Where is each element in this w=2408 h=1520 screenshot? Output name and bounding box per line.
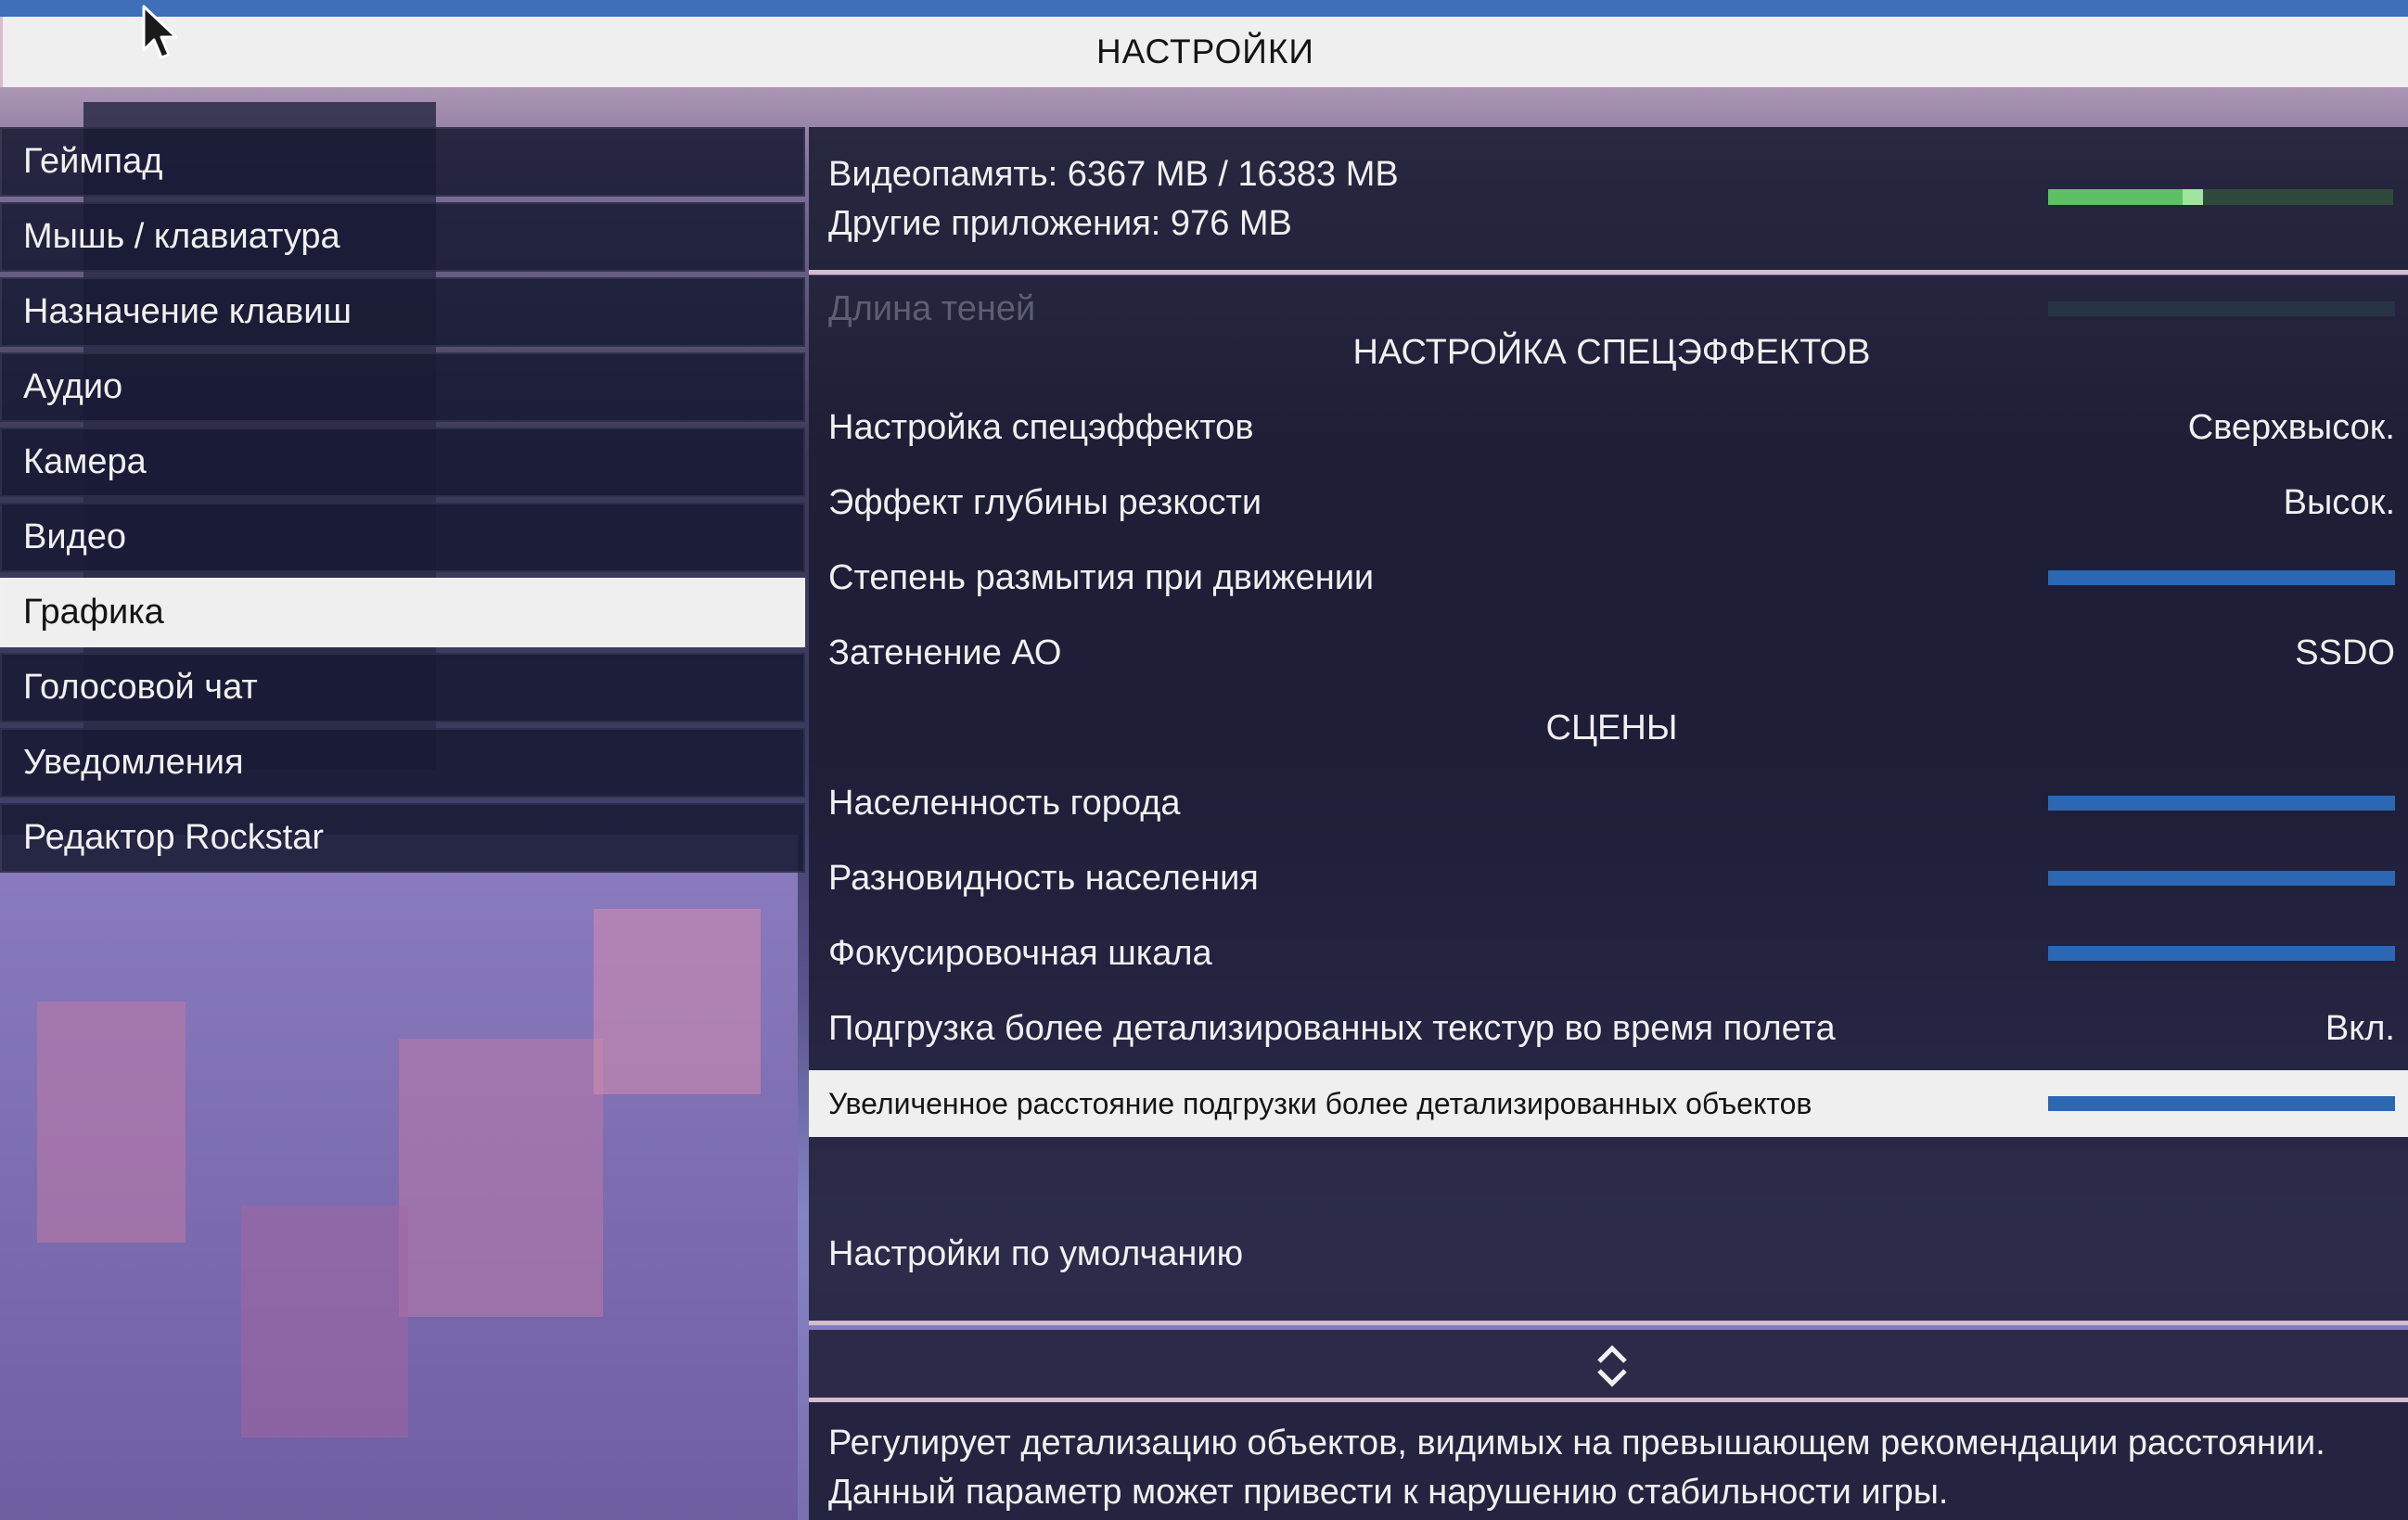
setting-population-density[interactable]: Населенность города <box>809 770 2408 837</box>
setting-label: Эффект глубины резкости <box>828 482 1262 522</box>
page-title: НАСТРОЙКИ <box>1095 32 1315 70</box>
setting-label: Увеличенное расстояние подгрузки более д… <box>828 1086 1812 1120</box>
setting-distance-scaling[interactable]: Фокусировочная шкала <box>809 920 2408 987</box>
button-label: Настройки по умолчанию <box>828 1233 1244 1273</box>
description-text: Регулирует детализацию объектов, видимых… <box>828 1424 2325 1512</box>
scroll-indicator[interactable] <box>809 1330 2408 1399</box>
menu-item-notifications[interactable]: Уведомления <box>0 728 805 798</box>
divider <box>809 1321 2408 1325</box>
setting-label: Затенение АО <box>828 632 1062 672</box>
setting-depth-of-field[interactable]: Эффект глубины резкости Высок. <box>809 469 2408 536</box>
setting-label: Настройка спецэффектов <box>828 407 1254 447</box>
setting-hd-flight[interactable]: Подгрузка более детализированных текстур… <box>809 995 2408 1062</box>
menu-item-voice-chat[interactable]: Голосовой чат <box>0 653 805 722</box>
vram-used-fill <box>2048 189 2183 205</box>
settings-list: Длина теней НАСТРОЙКА СПЕЦЭФФЕКТОВ Настр… <box>809 275 2408 1324</box>
menu-item-video[interactable]: Видео <box>0 503 805 572</box>
divider <box>809 1398 2408 1402</box>
building-lit <box>37 1002 186 1243</box>
setting-effects-quality[interactable]: Настройка спецэффектов Сверхвысок. <box>809 394 2408 461</box>
setting-slider[interactable] <box>2048 946 2395 961</box>
menu-item-key-bindings[interactable]: Назначение клавиш <box>0 277 805 347</box>
menu-item-label: Голосовой чат <box>23 668 258 707</box>
restore-defaults-button[interactable]: Настройки по умолчанию <box>809 1220 2408 1287</box>
settings-menu: Геймпад Мышь / клавиатура Назначение кла… <box>0 127 805 878</box>
title-bar: НАСТРОЙКИ <box>0 17 2408 87</box>
vram-usage-text: Видеопамять: 6367 MB / 16383 MB <box>828 155 1399 194</box>
menu-item-label: Геймпад <box>23 142 163 181</box>
setting-slider[interactable] <box>2048 871 2395 886</box>
section-header-scenes: СЦЕНЫ <box>809 695 2408 761</box>
menu-item-camera[interactable]: Камера <box>0 428 805 497</box>
setting-ambient-occlusion[interactable]: Затенение АО SSDO <box>809 619 2408 686</box>
mouse-cursor-icon <box>142 5 178 59</box>
building-lit <box>399 1039 603 1317</box>
top-accent-bar <box>0 0 2408 17</box>
up-down-chevron-icon <box>1597 1345 1627 1387</box>
vram-info: Видеопамять: 6367 MB / 16383 MB Другие п… <box>809 127 2408 272</box>
menu-item-label: Видео <box>23 517 127 556</box>
menu-item-label: Камера <box>23 442 147 481</box>
setting-label: Степень размытия при движении <box>828 557 1375 597</box>
setting-label: Населенность города <box>828 783 1181 823</box>
divider <box>809 270 2408 275</box>
menu-item-rockstar-editor[interactable]: Редактор Rockstar <box>0 803 805 873</box>
setting-label: Разновидность населения <box>828 858 1259 898</box>
section-header-effects: НАСТРОЙКА СПЕЦЭФФЕКТОВ <box>809 319 2408 386</box>
section-title: СЦЕНЫ <box>1545 708 1678 747</box>
menu-item-gamepad[interactable]: Геймпад <box>0 127 805 197</box>
setting-slider[interactable] <box>2048 796 2395 811</box>
menu-item-label: Уведомления <box>23 743 244 782</box>
setting-value: SSDO <box>2295 632 2395 672</box>
setting-population-variety[interactable]: Разновидность населения <box>809 845 2408 912</box>
building-lit <box>241 1206 408 1437</box>
vram-other-fill <box>2182 189 2204 205</box>
setting-slider[interactable] <box>2048 1096 2395 1111</box>
setting-label: Подгрузка более детализированных текстур… <box>828 1008 1836 1048</box>
menu-item-label: Графика <box>23 593 164 632</box>
setting-slider[interactable] <box>2048 570 2395 585</box>
building-lit <box>594 909 761 1094</box>
menu-item-mouse-keyboard[interactable]: Мышь / клавиатура <box>0 202 805 272</box>
setting-description: Регулирует детализацию объектов, видимых… <box>809 1402 2408 1520</box>
setting-label: Фокусировочная шкала <box>828 933 1212 973</box>
setting-slider <box>2048 301 2395 316</box>
other-apps-text: Другие приложения: 976 MB <box>828 204 1292 243</box>
menu-item-graphics[interactable]: Графика <box>0 578 805 647</box>
setting-value: Сверхвысок. <box>2187 407 2395 447</box>
menu-item-label: Назначение клавиш <box>23 292 352 331</box>
menu-item-label: Аудио <box>23 367 123 406</box>
setting-value: Высок. <box>2283 482 2395 522</box>
setting-extended-distance[interactable]: Увеличенное расстояние подгрузки более д… <box>809 1070 2408 1137</box>
section-title: НАСТРОЙКА СПЕЦЭФФЕКТОВ <box>1352 332 1871 372</box>
menu-item-audio[interactable]: Аудио <box>0 352 805 422</box>
vram-usage-bar <box>2048 189 2393 205</box>
setting-motion-blur[interactable]: Степень размытия при движении <box>809 544 2408 611</box>
menu-item-label: Мышь / клавиатура <box>23 217 340 256</box>
setting-value: Вкл. <box>2325 1008 2395 1048</box>
menu-item-label: Редактор Rockstar <box>23 818 325 857</box>
